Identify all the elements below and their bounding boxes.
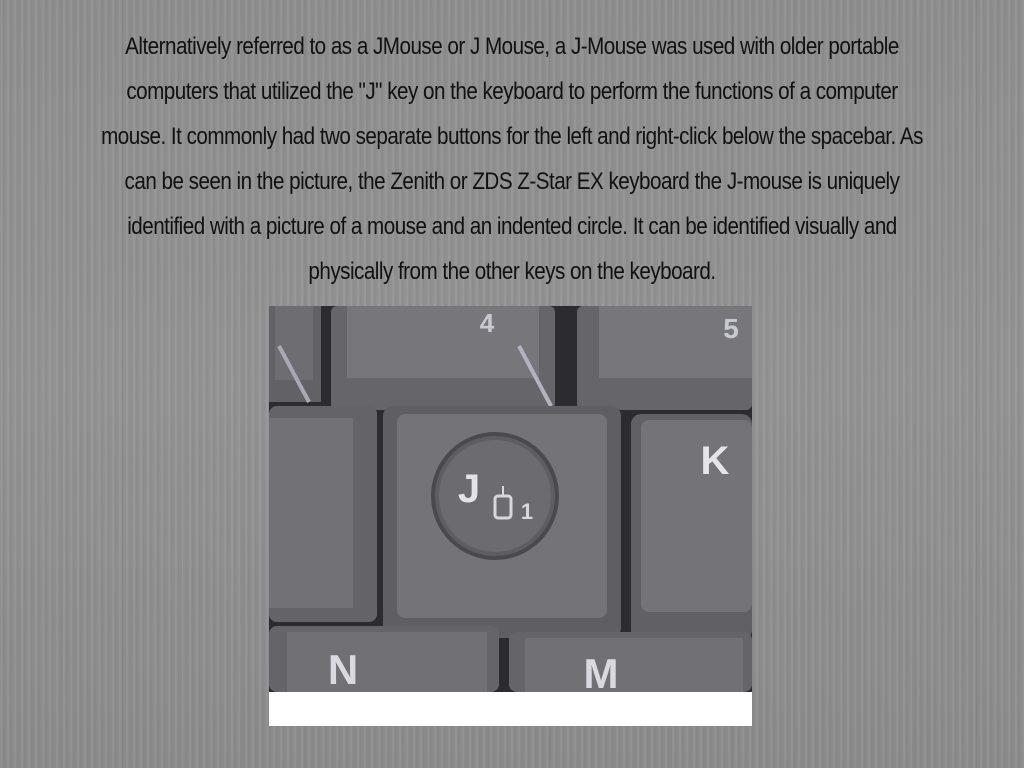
photo-bottom-border	[269, 692, 752, 726]
key-legend-4: 4	[480, 308, 495, 338]
keyboard-photo: 4 5 J 1 K N M	[269, 306, 752, 726]
key-legend-j-sub: 1	[521, 499, 533, 524]
key-j: J 1	[383, 406, 621, 638]
key-h-left	[269, 406, 377, 622]
description-paragraph: Alternatively referred to as a JMouse or…	[101, 33, 923, 285]
key-legend-k: K	[701, 439, 730, 483]
keyboard-closeup: 4 5 J 1 K N M	[269, 306, 752, 726]
key-legend-n: N	[328, 646, 358, 693]
key-legend-5: 5	[723, 313, 739, 344]
key-4: 4	[331, 306, 555, 410]
key-legend-m: M	[584, 650, 619, 697]
key-m: M	[509, 632, 752, 697]
key-k: K	[631, 414, 752, 640]
key-n: N	[269, 626, 499, 693]
key-legend-j: J	[458, 467, 480, 511]
key-5: 5	[577, 306, 752, 410]
key-top-far-left	[269, 306, 321, 403]
